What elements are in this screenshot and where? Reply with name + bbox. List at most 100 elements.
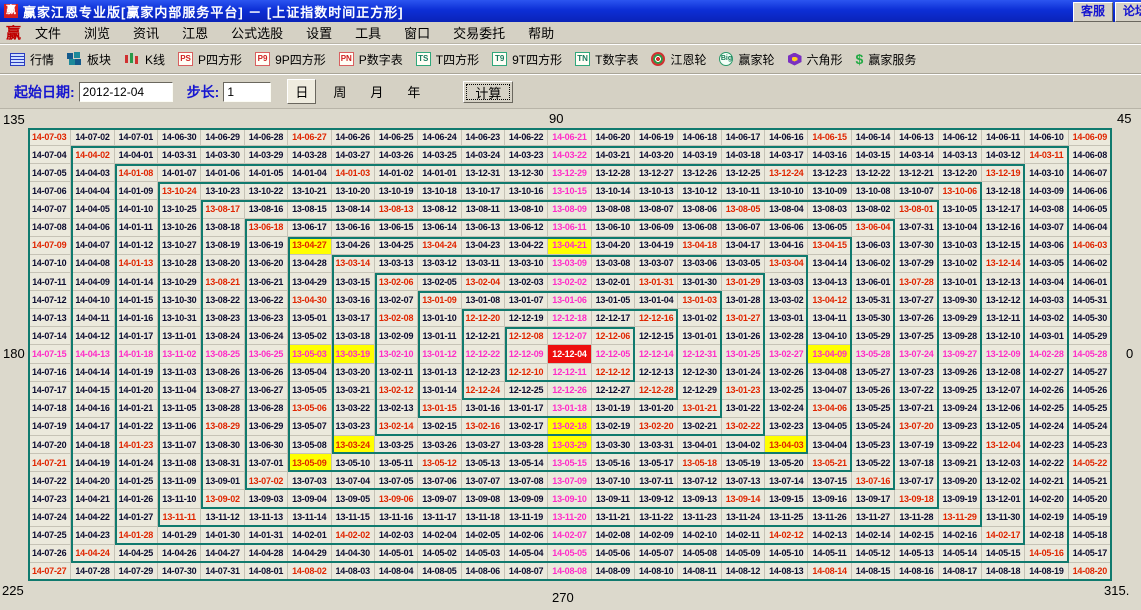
grid-cell[interactable]: 13-01-24 — [722, 364, 765, 382]
grid-cell[interactable]: 14-02-17 — [982, 527, 1025, 545]
grid-cell[interactable]: 13-08-27 — [201, 382, 244, 400]
grid-cell[interactable]: 13-08-05 — [722, 200, 765, 218]
grid-cell[interactable]: 13-10-15 — [548, 182, 591, 200]
grid-cell[interactable]: 13-07-23 — [895, 364, 938, 382]
grid-cell[interactable]: 14-06-11 — [982, 128, 1025, 146]
period-option-year[interactable]: 年 — [400, 80, 427, 103]
grid-cell[interactable]: 13-03-15 — [332, 273, 375, 291]
grid-cell[interactable]: 14-04-25 — [115, 545, 158, 563]
grid-cell[interactable]: 13-03-24 — [332, 436, 375, 454]
grid-cell[interactable]: 13-01-14 — [418, 382, 461, 400]
grid-cell[interactable]: 14-07-29 — [115, 563, 158, 581]
grid-cell[interactable]: 13-10-17 — [462, 182, 505, 200]
grid-cell[interactable]: 13-03-08 — [592, 255, 635, 273]
toolbar-p-number-table[interactable]: PN P数字表 — [339, 51, 403, 68]
grid-cell[interactable]: 14-02-07 — [548, 527, 591, 545]
grid-cell[interactable]: 13-06-12 — [505, 219, 548, 237]
grid-cell[interactable]: 14-01-22 — [115, 418, 158, 436]
grid-cell[interactable]: 13-07-07 — [462, 472, 505, 490]
grid-cell[interactable]: 13-05-05 — [288, 382, 331, 400]
grid-cell[interactable]: 13-01-02 — [678, 309, 721, 327]
grid-cell[interactable]: 13-12-24 — [765, 164, 808, 182]
grid-cell[interactable]: 14-02-20 — [1025, 490, 1068, 508]
grid-cell[interactable]: 14-07-20 — [28, 436, 71, 454]
grid-cell[interactable]: 14-03-31 — [158, 146, 201, 164]
grid-cell[interactable]: 14-03-16 — [808, 146, 851, 164]
grid-cell[interactable]: 13-10-07 — [895, 182, 938, 200]
grid-cell[interactable]: 14-07-21 — [28, 454, 71, 472]
grid-cell[interactable]: 13-12-25 — [722, 164, 765, 182]
grid-cell[interactable]: 13-09-25 — [939, 382, 982, 400]
grid-cell[interactable]: 13-12-18 — [982, 182, 1025, 200]
grid-cell[interactable]: 13-06-26 — [245, 364, 288, 382]
grid-cell[interactable]: 14-06-10 — [1025, 128, 1068, 146]
grid-cell[interactable]: 13-01-23 — [722, 382, 765, 400]
grid-cell[interactable]: 13-03-13 — [375, 255, 418, 273]
grid-cell[interactable]: 14-07-26 — [28, 545, 71, 563]
grid-cell[interactable]: 13-07-17 — [895, 472, 938, 490]
grid-cell[interactable]: 13-01-05 — [592, 291, 635, 309]
grid-cell[interactable]: 13-07-29 — [895, 255, 938, 273]
grid-cell[interactable]: 13-08-08 — [592, 200, 635, 218]
grid-cell[interactable]: 14-07-15 — [28, 345, 71, 363]
grid-cell[interactable]: 13-04-30 — [288, 291, 331, 309]
calculate-button[interactable]: 计算 — [463, 81, 513, 103]
grid-cell[interactable]: 13-03-19 — [332, 345, 375, 363]
grid-cell[interactable]: 14-03-23 — [505, 146, 548, 164]
grid-cell[interactable]: 14-05-22 — [1069, 454, 1112, 472]
grid-cell[interactable]: 13-05-19 — [722, 454, 765, 472]
grid-cell[interactable]: 13-06-05 — [808, 219, 851, 237]
grid-cell[interactable]: 14-05-28 — [1069, 345, 1112, 363]
grid-cell[interactable]: 14-05-11 — [808, 545, 851, 563]
grid-cell[interactable]: 13-02-16 — [462, 418, 505, 436]
grid-cell[interactable]: 14-02-16 — [939, 527, 982, 545]
grid-cell[interactable]: 12-12-27 — [592, 382, 635, 400]
grid-cell[interactable]: 13-12-03 — [982, 454, 1025, 472]
grid-cell[interactable]: 13-04-17 — [722, 237, 765, 255]
grid-cell[interactable]: 12-12-14 — [635, 345, 678, 363]
grid-cell[interactable]: 14-04-06 — [71, 219, 114, 237]
grid-cell[interactable]: 13-11-27 — [852, 509, 895, 527]
grid-cell[interactable]: 13-02-22 — [722, 418, 765, 436]
grid-cell[interactable]: 13-12-26 — [678, 164, 721, 182]
grid-cell[interactable]: 13-09-22 — [939, 436, 982, 454]
grid-cell[interactable]: 14-07-10 — [28, 255, 71, 273]
grid-cell[interactable]: 14-05-26 — [1069, 382, 1112, 400]
grid-cell[interactable]: 13-12-31 — [462, 164, 505, 182]
menu-settings[interactable]: 设置 — [300, 23, 338, 42]
grid-cell[interactable]: 14-04-28 — [245, 545, 288, 563]
grid-cell[interactable]: 13-06-02 — [852, 255, 895, 273]
grid-cell[interactable]: 13-06-17 — [288, 219, 331, 237]
grid-cell[interactable]: 13-11-17 — [418, 509, 461, 527]
grid-cell[interactable]: 14-02-12 — [765, 527, 808, 545]
grid-cell[interactable]: 13-07-30 — [895, 237, 938, 255]
grid-cell[interactable]: 14-06-18 — [678, 128, 721, 146]
grid-cell[interactable]: 13-12-15 — [982, 237, 1025, 255]
grid-cell[interactable]: 14-03-26 — [375, 146, 418, 164]
grid-cell[interactable]: 13-05-18 — [678, 454, 721, 472]
grid-cell[interactable]: 13-12-11 — [982, 309, 1025, 327]
grid-cell[interactable]: 13-01-25 — [722, 345, 765, 363]
grid-cell[interactable]: 13-05-01 — [288, 309, 331, 327]
grid-cell[interactable]: 13-04-01 — [678, 436, 721, 454]
grid-cell[interactable]: 14-06-25 — [375, 128, 418, 146]
grid-cell[interactable]: 13-02-28 — [765, 327, 808, 345]
grid-cell[interactable]: 13-11-09 — [158, 472, 201, 490]
grid-cell[interactable]: 13-04-14 — [808, 255, 851, 273]
grid-cell[interactable]: 13-03-26 — [418, 436, 461, 454]
grid-cell[interactable]: 13-12-19 — [982, 164, 1025, 182]
grid-cell[interactable]: 14-02-19 — [1025, 509, 1068, 527]
grid-cell[interactable]: 14-06-09 — [1069, 128, 1112, 146]
grid-cell[interactable]: 13-04-21 — [548, 237, 591, 255]
grid-cell[interactable]: 13-03-03 — [765, 273, 808, 291]
grid-cell[interactable]: 13-04-16 — [765, 237, 808, 255]
grid-cell[interactable]: 13-04-18 — [678, 237, 721, 255]
grid-cell[interactable]: 12-12-13 — [635, 364, 678, 382]
grid-cell[interactable]: 13-03-07 — [635, 255, 678, 273]
grid-cell[interactable]: 13-07-18 — [895, 454, 938, 472]
grid-cell[interactable]: 13-08-15 — [288, 200, 331, 218]
grid-cell[interactable]: 13-12-12 — [982, 291, 1025, 309]
grid-cell[interactable]: 13-04-28 — [288, 255, 331, 273]
grid-cell[interactable]: 14-01-13 — [115, 255, 158, 273]
grid-cell[interactable]: 14-03-03 — [1025, 291, 1068, 309]
